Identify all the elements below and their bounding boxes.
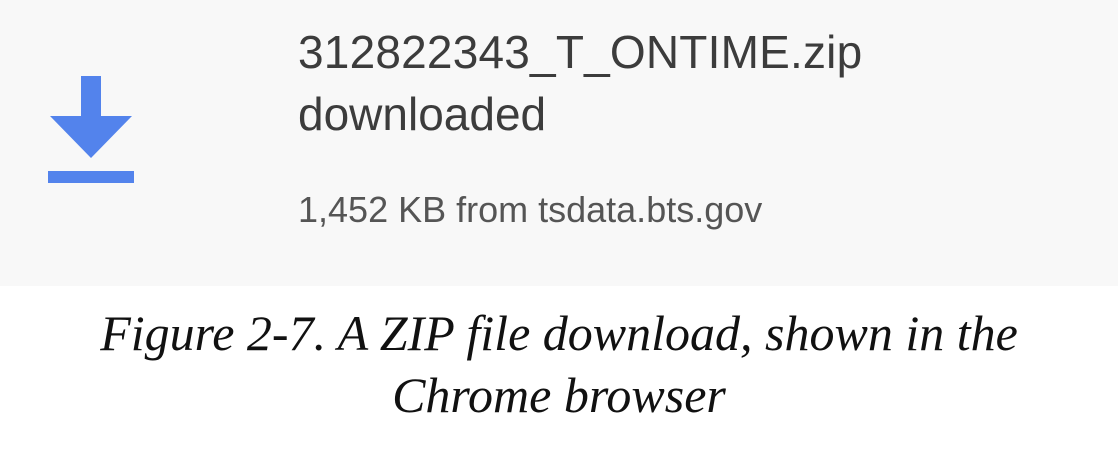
download-icon — [48, 76, 134, 183]
file-size-source: 1,452 KB from tsdata.bts.gov — [298, 189, 763, 230]
figure-caption: Figure 2-7. A ZIP file download, shown i… — [0, 302, 1118, 426]
caption-line-1: Figure 2-7. A ZIP file download, shown i… — [100, 305, 1018, 361]
file-name[interactable]: 312822343_T_ONTIME.zip — [298, 22, 862, 82]
page: 312822343_T_ONTIME.zip downloaded 1,452 … — [0, 0, 1118, 456]
download-status: downloaded — [298, 88, 547, 140]
caption-line-2: Chrome browser — [392, 367, 726, 423]
download-item[interactable]: 312822343_T_ONTIME.zip downloaded 1,452 … — [0, 0, 1118, 286]
